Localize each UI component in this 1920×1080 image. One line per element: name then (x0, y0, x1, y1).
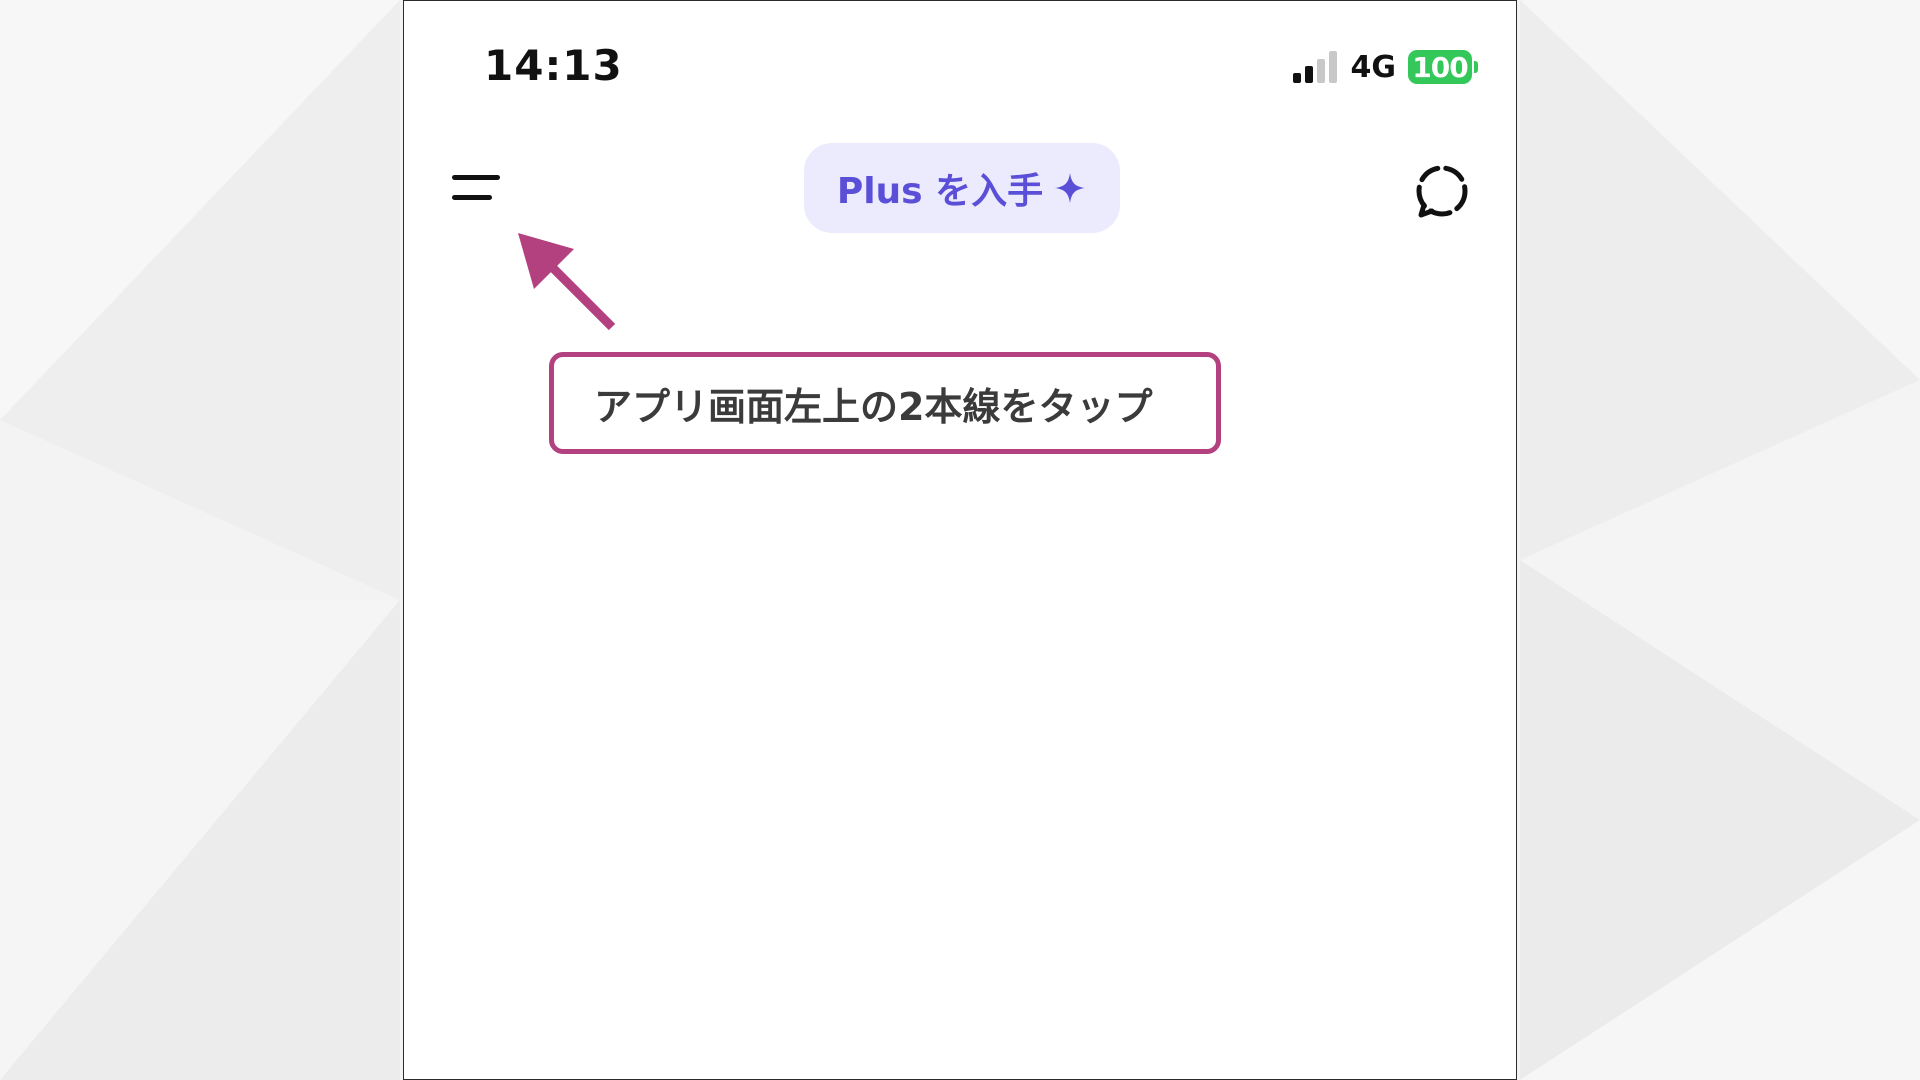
signal-icon (1292, 51, 1337, 83)
battery-tip (1474, 61, 1478, 73)
get-plus-button[interactable]: Plus を入手 (804, 143, 1120, 233)
callout-text: アプリ画面左上の2本線をタップ (594, 384, 1153, 429)
sparkle-icon (1055, 173, 1086, 203)
get-plus-label: Plus を入手 (836, 171, 1044, 212)
network-type: 4G (1350, 49, 1397, 85)
new-chat-button[interactable] (1412, 161, 1472, 221)
arrow-up-left-icon (518, 233, 616, 331)
battery-indicator: 100 (1408, 50, 1478, 84)
status-indicators: 4G 100 (1291, 49, 1478, 85)
battery-level: 100 (1412, 50, 1468, 84)
phone-screen: 14:13 4G 100 Plus を入手 アプリ画面左上の2本線をタップ (403, 0, 1517, 1080)
menu-button[interactable] (452, 167, 508, 213)
instruction-callout: アプリ画面左上の2本線をタップ (549, 352, 1221, 454)
dashed-circle-icon (1416, 165, 1468, 218)
status-time: 14:13 (484, 41, 623, 90)
